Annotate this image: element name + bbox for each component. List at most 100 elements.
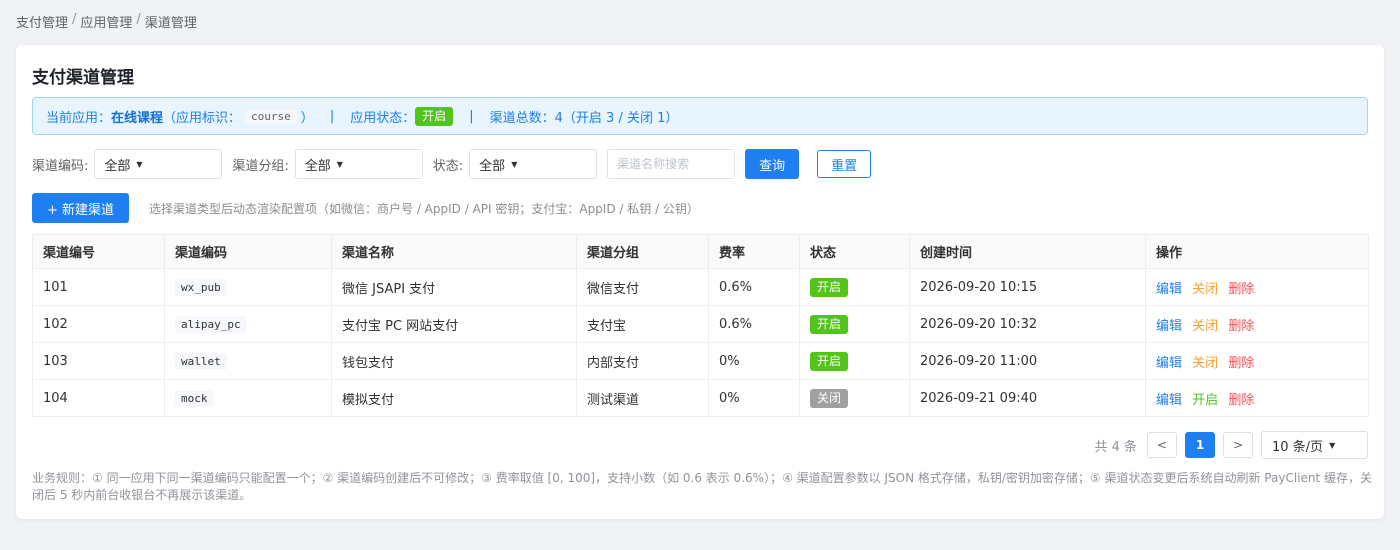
status-filter-label: 状态: xyxy=(432,158,464,174)
breadcrumb-separator: / xyxy=(136,12,141,27)
status-badge: 开启 xyxy=(810,314,849,334)
status-badge: 开启 xyxy=(810,351,849,371)
channel-group-cell: 支付宝 xyxy=(576,305,709,343)
channel-code-select-value: 全部 xyxy=(104,158,131,174)
channel-code: wx_pub xyxy=(175,278,227,296)
edit-link[interactable]: 编辑 xyxy=(1156,282,1182,297)
channel-name-search-input[interactable] xyxy=(607,149,736,179)
created-time-cell: 2026-09-20 10:32 xyxy=(909,305,1146,343)
new-channel-button[interactable]: + 新建渠道 xyxy=(32,193,129,223)
breadcrumb-item[interactable]: 支付管理 xyxy=(16,12,68,31)
channel-id-cell: 101 xyxy=(32,268,165,306)
status-cell: 开启 xyxy=(799,342,910,380)
app-id-prefix: （应用标识： xyxy=(163,110,242,126)
page-number-button[interactable]: 1 xyxy=(1185,432,1215,458)
created-time-cell: 2026-09-21 09:40 xyxy=(909,379,1146,417)
channel-code-cell: wallet xyxy=(164,342,332,380)
actions-cell: 编辑 关闭 删除 xyxy=(1145,305,1369,343)
channel-code-filter-label: 渠道编码: xyxy=(32,158,89,174)
delete-link[interactable]: 删除 xyxy=(1228,393,1254,408)
status-cell: 开启 xyxy=(799,268,910,306)
caret-down-icon: ▼ xyxy=(1329,440,1336,450)
table-header-row: 渠道编号 渠道编码 渠道名称 渠道分组 费率 状态 创建时间 操作 xyxy=(32,234,1369,269)
disable-link[interactable]: 关闭 xyxy=(1192,282,1218,297)
table-row: 102 alipay_pc 支付宝 PC 网站支付 支付宝 0.6% 开启 20… xyxy=(32,305,1369,343)
channel-group-filter-label: 渠道分组: xyxy=(232,158,289,174)
delete-link[interactable]: 删除 xyxy=(1228,282,1254,297)
column-header: 渠道分组 xyxy=(576,234,709,269)
business-rules-text: 业务规则：① 同一应用下同一渠道编码只能配置一个；② 渠道编码创建后不可修改；③… xyxy=(32,471,1373,502)
channel-code-cell: wx_pub xyxy=(164,268,332,306)
channel-name-cell: 模拟支付 xyxy=(331,379,577,417)
breadcrumb-item[interactable]: 应用管理 xyxy=(80,12,132,31)
app-id-suffix: ） xyxy=(300,110,314,126)
actions-cell: 编辑 关闭 删除 xyxy=(1145,342,1369,380)
channel-total-label: 渠道总数： xyxy=(489,110,555,126)
status-select-value: 全部 xyxy=(479,158,506,174)
table-row: 101 wx_pub 微信 JSAPI 支付 微信支付 0.6% 开启 2026… xyxy=(32,268,1369,306)
breadcrumb-item-current: 渠道管理 xyxy=(144,16,197,31)
status-cell: 开启 xyxy=(799,305,910,343)
column-header: 创建时间 xyxy=(909,234,1146,269)
channel-name-cell: 钱包支付 xyxy=(331,342,577,380)
prev-page-button[interactable]: < xyxy=(1147,432,1177,458)
info-divider: | xyxy=(329,108,335,124)
status-cell: 关闭 xyxy=(799,379,910,417)
reset-button[interactable]: 重置 xyxy=(817,150,872,178)
app-id-code: course xyxy=(245,108,297,124)
column-header: 费率 xyxy=(708,234,800,269)
channel-id-cell: 104 xyxy=(32,379,165,417)
channel-group-select[interactable]: 全部 ▼ xyxy=(294,149,423,179)
status-select[interactable]: 全部 ▼ xyxy=(469,149,598,179)
channel-code-cell: alipay_pc xyxy=(164,305,332,343)
channel-table: 渠道编号 渠道编码 渠道名称 渠道分组 费率 状态 创建时间 操作 101 wx… xyxy=(32,234,1369,417)
channel-id-cell: 103 xyxy=(32,342,165,380)
app-status-label: 应用状态： xyxy=(350,110,416,126)
page-size-value: 10 条/页 xyxy=(1272,439,1324,455)
status-badge: 开启 xyxy=(810,277,849,297)
channel-id-cell: 102 xyxy=(32,305,165,343)
channel-group-select-value: 全部 xyxy=(304,158,331,174)
created-time-cell: 2026-09-20 10:15 xyxy=(909,268,1146,306)
enable-link[interactable]: 开启 xyxy=(1192,393,1218,408)
caret-down-icon: ▼ xyxy=(511,159,518,169)
table-row: 103 wallet 钱包支付 内部支付 0% 开启 2026-09-20 11… xyxy=(32,342,1369,380)
channel-name-cell: 支付宝 PC 网站支付 xyxy=(331,305,577,343)
column-header: 渠道编码 xyxy=(164,234,332,269)
column-header: 渠道编号 xyxy=(32,234,165,269)
caret-down-icon: ▼ xyxy=(336,159,343,169)
edit-link[interactable]: 编辑 xyxy=(1156,356,1182,371)
column-header: 渠道名称 xyxy=(331,234,577,269)
rate-cell: 0.6% xyxy=(708,305,800,343)
filter-bar: 渠道编码: 全部 ▼ 渠道分组: 全部 ▼ 状态: 全部 ▼ 查询 重置 xyxy=(32,149,872,179)
channel-code: alipay_pc xyxy=(175,315,247,333)
delete-link[interactable]: 删除 xyxy=(1228,356,1254,371)
status-badge: 关闭 xyxy=(810,388,849,408)
action-toolbar: + 新建渠道 选择渠道类型后动态渲染配置项（如微信：商户号 / AppID / … xyxy=(32,193,699,223)
app-name: 在线课程 xyxy=(111,110,164,126)
channel-name-cell: 微信 JSAPI 支付 xyxy=(331,268,577,306)
next-page-button[interactable]: > xyxy=(1223,432,1253,458)
channel-total-value: 4（开启 3 / 关闭 1） xyxy=(554,110,679,126)
channel-code-select[interactable]: 全部 ▼ xyxy=(94,149,223,179)
breadcrumb-separator: / xyxy=(72,12,77,27)
edit-link[interactable]: 编辑 xyxy=(1156,393,1182,408)
pagination: 共 4 条 < 1 > 10 条/页 ▼ xyxy=(1094,431,1368,459)
actions-cell: 编辑 开启 删除 xyxy=(1145,379,1369,417)
rate-cell: 0.6% xyxy=(708,268,800,306)
disable-link[interactable]: 关闭 xyxy=(1192,356,1218,371)
page-size-select[interactable]: 10 条/页 ▼ xyxy=(1261,431,1368,459)
app-label: 当前应用： xyxy=(46,110,112,126)
rate-cell: 0% xyxy=(708,379,800,417)
disable-link[interactable]: 关闭 xyxy=(1192,319,1218,334)
channel-group-cell: 测试渠道 xyxy=(576,379,709,417)
channel-group-cell: 内部支付 xyxy=(576,342,709,380)
pagination-total: 共 4 条 xyxy=(1094,439,1137,455)
delete-link[interactable]: 删除 xyxy=(1228,319,1254,334)
created-time-cell: 2026-09-20 11:00 xyxy=(909,342,1146,380)
edit-link[interactable]: 编辑 xyxy=(1156,319,1182,334)
channel-group-cell: 微信支付 xyxy=(576,268,709,306)
config-hint-text: 选择渠道类型后动态渲染配置项（如微信：商户号 / AppID / API 密钥；… xyxy=(149,201,699,216)
query-button[interactable]: 查询 xyxy=(745,149,800,179)
app-info-bar: 当前应用： 在线课程 （应用标识： course ） | 应用状态： 开启 | … xyxy=(32,97,1368,135)
